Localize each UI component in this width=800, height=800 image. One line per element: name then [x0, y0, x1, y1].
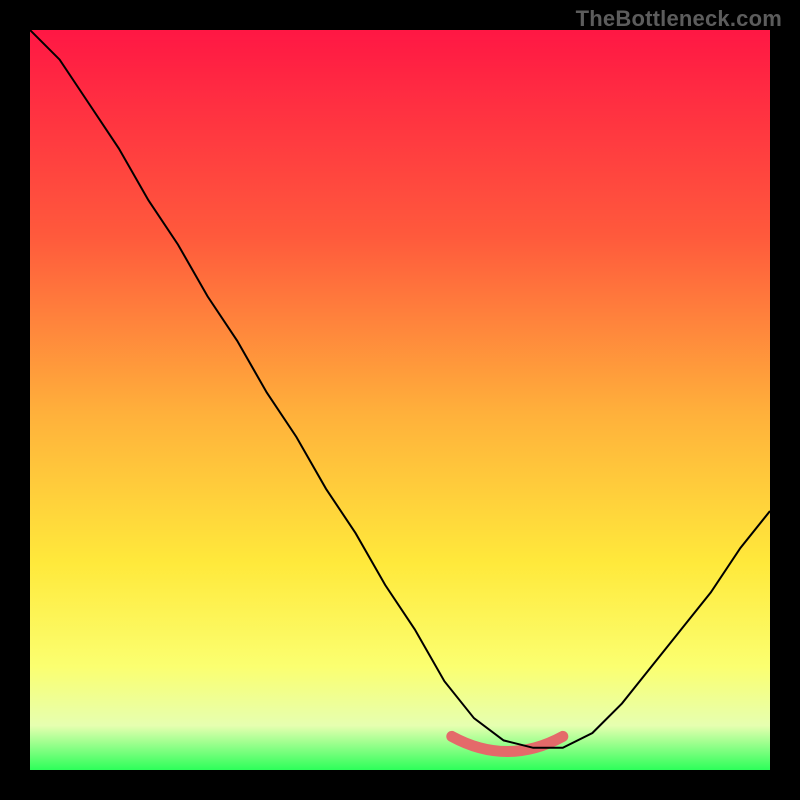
plot-area: [30, 30, 770, 770]
chart-svg: [30, 30, 770, 770]
gradient-bg: [30, 30, 770, 770]
chart-frame: TheBottleneck.com: [0, 0, 800, 800]
watermark-text: TheBottleneck.com: [576, 6, 782, 32]
